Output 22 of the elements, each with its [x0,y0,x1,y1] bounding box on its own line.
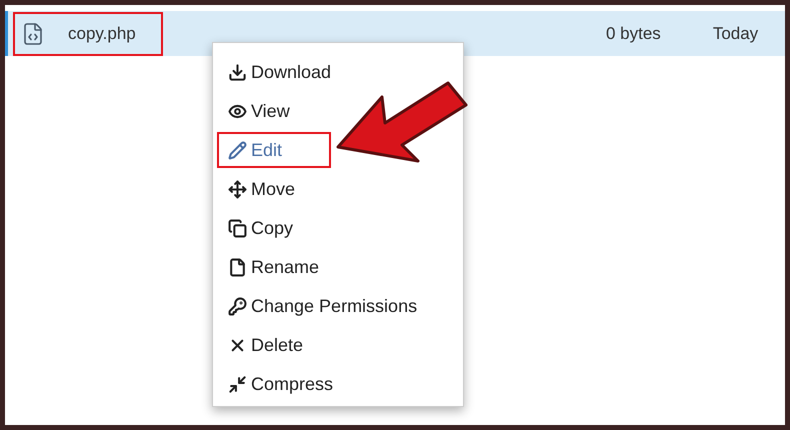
menu-item[interactable]: Copy [228,215,294,242]
file-row[interactable]: copy.php 0 bytes Today [5,11,785,56]
eye-icon [228,102,247,121]
menu-item[interactable]: Move [228,176,296,203]
menu-item[interactable]: Download [228,59,332,86]
menu-item[interactable]: Compress [228,371,334,398]
menu-item[interactable]: Change Permissions [228,293,418,320]
code-file-icon [21,22,45,46]
file-name: copy.php [68,22,136,45]
menu-item[interactable]: Rename [228,254,320,281]
pencil-icon [228,141,247,160]
compress-icon [228,375,247,394]
key-icon [228,297,247,316]
menu-item[interactable]: View [228,98,290,125]
file-size: 0 bytes [606,22,661,45]
move-icon [228,180,247,199]
download-icon [228,63,247,82]
modified-date: Today [712,22,758,45]
menu-item[interactable]: Edit [228,137,282,164]
copy-icon [228,219,247,238]
menu-item[interactable]: Delete [228,332,304,359]
file-icon [228,258,247,277]
